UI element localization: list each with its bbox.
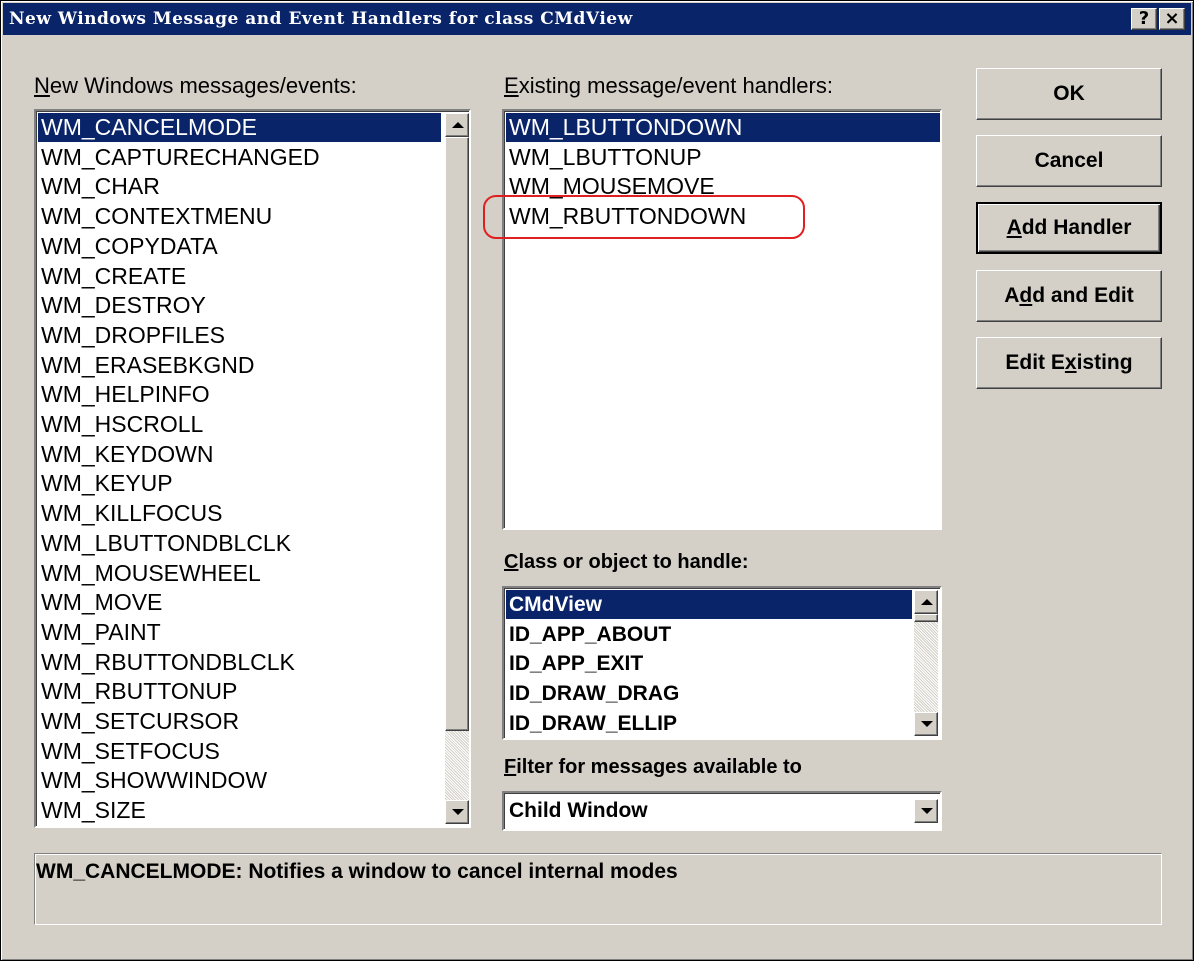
list-item[interactable]: WM_MOVE <box>38 588 441 617</box>
list-item[interactable]: WM_LBUTTONDOWN <box>506 113 940 142</box>
list-item[interactable]: CMdView <box>506 590 912 619</box>
chevron-down-icon <box>921 808 933 814</box>
description-panel: WM_CANCELMODE: Notifies a window to canc… <box>34 853 1162 925</box>
filter-value: Child Window <box>509 799 648 822</box>
list-item[interactable]: WM_COPYDATA <box>38 232 441 261</box>
scroll-thumb[interactable] <box>445 137 469 731</box>
list-item[interactable]: WM_LBUTTONUP <box>506 143 940 172</box>
list-item[interactable]: WM_RBUTTONUP <box>38 677 441 706</box>
title-bar[interactable]: New Windows Message and Event Handlers f… <box>3 3 1191 35</box>
new-messages-scrollbar[interactable] <box>445 113 469 824</box>
list-item[interactable]: ID_DRAW_ELLIP <box>506 709 912 738</box>
window-title: New Windows Message and Event Handlers f… <box>9 9 633 29</box>
scroll-down-button[interactable] <box>445 800 469 824</box>
list-item[interactable]: WM_CONTEXTMENU <box>38 202 441 231</box>
class-object-list[interactable]: CMdView ID_APP_ABOUT ID_APP_EXIT ID_DRAW_DR… <box>502 586 942 740</box>
list-item[interactable]: WM_KEYUP <box>38 469 441 498</box>
filter-label: Filter for messages available to <box>504 756 802 778</box>
class-object-label: Class or object to handle: <box>504 551 749 573</box>
cancel-button[interactable]: Cancel <box>976 135 1162 187</box>
scroll-up-button[interactable] <box>445 113 469 137</box>
add-and-edit-button[interactable]: Add and Edit <box>976 270 1162 322</box>
dialog-window: New Windows Message and Event Handlers f… <box>0 0 1194 961</box>
list-item[interactable]: WM_HSCROLL <box>38 410 441 439</box>
list-item[interactable]: WM_DESTROY <box>38 291 441 320</box>
existing-handlers-list[interactable]: WM_LBUTTONDOWN WM_LBUTTONUP WM_MOUSEMOVE WM… <box>502 109 942 530</box>
list-item[interactable]: ID_APP_ABOUT <box>506 620 912 649</box>
list-item[interactable]: ID_APP_EXIT <box>506 649 912 678</box>
filter-dropdown-button[interactable] <box>914 799 938 823</box>
new-messages-label: New Windows messages/events: <box>34 73 357 98</box>
list-item[interactable]: WM_RBUTTONDBLCLK <box>38 648 441 677</box>
list-item[interactable]: WM_PAINT <box>38 618 441 647</box>
list-item[interactable]: WM_SHOWWINDOW <box>38 766 441 795</box>
list-item[interactable]: WM_DROPFILES <box>38 321 441 350</box>
list-item[interactable]: WM_SETFOCUS <box>38 737 441 766</box>
list-item[interactable]: WM_KEYDOWN <box>38 440 441 469</box>
arrow-down-icon <box>921 721 933 727</box>
list-item[interactable]: WM_SIZE <box>38 796 441 825</box>
list-item[interactable]: WM_CHAR <box>38 172 441 201</box>
class-object-scrollbar[interactable] <box>914 590 938 736</box>
list-item[interactable]: WM_HELPINFO <box>38 380 441 409</box>
arrow-down-icon <box>452 809 464 815</box>
list-item[interactable]: WM_ERASEBKGND <box>38 351 441 380</box>
scroll-down-button[interactable] <box>914 712 938 736</box>
list-item[interactable]: WM_SETCURSOR <box>38 707 441 736</box>
list-item[interactable]: WM_CREATE <box>38 262 441 291</box>
filter-combo[interactable]: Child Window <box>502 791 942 831</box>
list-item[interactable]: WM_CAPTURECHANGED <box>38 143 441 172</box>
list-item[interactable]: WM_KILLFOCUS <box>38 499 441 528</box>
new-messages-list[interactable]: WM_CANCELMODE WM_CAPTURECHANGED WM_CHAR WM_… <box>34 109 471 828</box>
ok-button[interactable]: OK <box>976 68 1162 120</box>
list-item[interactable]: WM_LBUTTONDBLCLK <box>38 529 441 558</box>
list-item[interactable]: WM_RBUTTONDOWN <box>506 202 940 231</box>
list-item[interactable]: WM_CANCELMODE <box>38 113 441 142</box>
list-item[interactable]: ID_DRAW_DRAG <box>506 679 912 708</box>
help-button[interactable]: ? <box>1131 8 1157 30</box>
add-handler-button[interactable]: Add Handler <box>976 202 1162 254</box>
scroll-up-button[interactable] <box>914 590 938 614</box>
edit-existing-button[interactable]: Edit Ex isting <box>976 337 1162 389</box>
arrow-up-icon <box>921 599 933 605</box>
close-button[interactable]: × <box>1159 8 1185 30</box>
description-text: WM_CANCELMODE: Notifies a window to canc… <box>36 860 678 883</box>
arrow-up-icon <box>452 122 464 128</box>
existing-handlers-label: Existing message/event handlers: <box>504 73 833 98</box>
list-item[interactable]: WM_MOUSEMOVE <box>506 172 940 201</box>
list-item[interactable]: WM_MOUSEWHEEL <box>38 559 441 588</box>
scroll-thumb[interactable] <box>914 614 938 622</box>
